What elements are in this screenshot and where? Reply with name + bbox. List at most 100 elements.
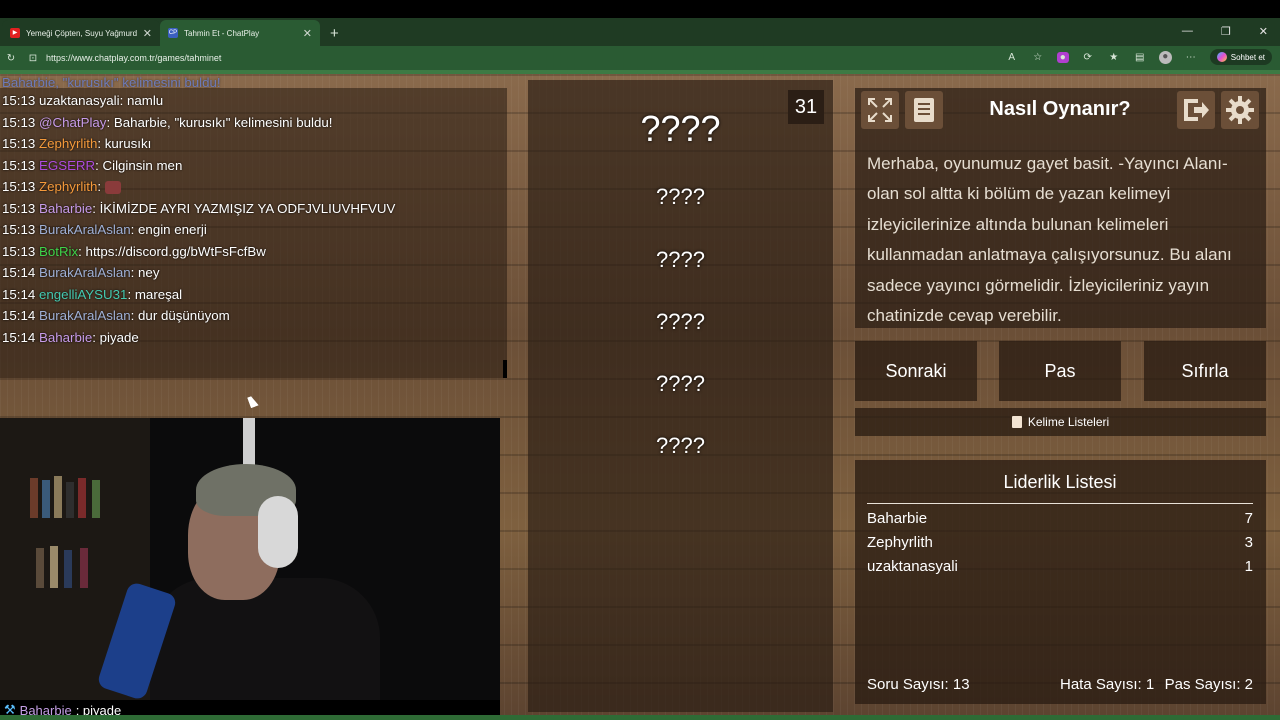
- chat-message: 15:14 BurakAralAslan: ney: [2, 262, 507, 284]
- chat-time: 15:13: [2, 179, 36, 194]
- tab-title: Tahmin Et - ChatPlay: [184, 28, 260, 38]
- streamer-body: [150, 578, 380, 700]
- tab-strip: ▶ Yemeği Çöpten, Suyu Yağmurdan, ✕ CP Ta…: [0, 18, 1280, 46]
- close-tab-icon[interactable]: ✕: [303, 27, 312, 40]
- address-bar-row: ↻ ⊡ https://www.chatplay.com.tr/games/ta…: [0, 46, 1280, 70]
- word-lists-label: Kelime Listeleri: [1027, 415, 1110, 429]
- chat-message: 15:13 Baharbie: İKİMİZDE AYRI YAZMIŞIZ Y…: [2, 198, 507, 220]
- emote-icon: [104, 180, 121, 194]
- chat-user[interactable]: BurakAralAslan: [39, 222, 131, 237]
- notes-icon[interactable]: [905, 91, 943, 129]
- chat-time: 15:13: [2, 200, 36, 216]
- profile-avatar-icon[interactable]: ●: [1158, 50, 1172, 64]
- lock-icon: ⊡: [28, 52, 38, 64]
- chat-time: 15:13: [2, 222, 36, 237]
- next-button[interactable]: Sonraki: [855, 341, 977, 401]
- exit-icon[interactable]: [1177, 91, 1215, 129]
- leaderboard-panel: Liderlik Listesi Baharbie 7 Zephyrlith 3…: [855, 460, 1266, 704]
- chat-scrollbar[interactable]: [503, 360, 507, 378]
- chat-message: 15:13 Zephyrlith: kurusıkı: [2, 133, 507, 155]
- chat-message: 15:14 engelliAYSU31: mareşal: [2, 284, 507, 306]
- tab-chatplay[interactable]: CP Tahmin Et - ChatPlay ✕: [160, 20, 320, 46]
- game-page: Baharbie, "kurusıkı" kelimesini buldu! 1…: [0, 74, 1280, 720]
- minimize-icon[interactable]: —: [1182, 25, 1193, 37]
- how-to-play-panel: Nasıl Oynanır? Merhaba, oyunumuz gayet b…: [855, 88, 1266, 328]
- refresh-extension-icon[interactable]: ⟳: [1081, 52, 1095, 63]
- notebook-icon: [1011, 416, 1022, 428]
- leaderboard-row: uzaktanasyali 1: [867, 558, 1253, 575]
- more-menu-icon[interactable]: ⋯: [1184, 52, 1198, 63]
- chat-user[interactable]: BotRix: [39, 244, 78, 259]
- webcam-feed: [0, 418, 500, 700]
- hidden-word-1: ????: [656, 184, 705, 209]
- tab-youtube[interactable]: ▶ Yemeği Çöpten, Suyu Yağmurdan, ✕: [2, 20, 160, 46]
- youtube-icon: ▶: [10, 28, 20, 38]
- chat-user[interactable]: BurakAralAslan: [39, 308, 131, 323]
- chat-user[interactable]: Zephyrlith: [39, 179, 97, 194]
- favorites-icon[interactable]: ★: [1107, 52, 1121, 63]
- chat-time: 15:14: [2, 265, 36, 280]
- question-count: Soru Sayısı: 13: [867, 676, 970, 693]
- reload-icon[interactable]: ↻: [4, 53, 18, 64]
- chat-text: : mareşal: [127, 286, 183, 302]
- chat-message: 15:13 BotRix: https://discord.gg/bWtFsFc…: [2, 241, 507, 263]
- chat-message: 15:14 BurakAralAslan: dur düşünüyom: [2, 305, 507, 327]
- leaderboard-row: Baharbie 7: [867, 510, 1253, 527]
- pass-button[interactable]: Pas: [999, 341, 1121, 401]
- leaderboard-score: 3: [1244, 534, 1253, 551]
- chat-text: : namlu: [119, 93, 164, 108]
- maximize-icon[interactable]: ❐: [1221, 25, 1231, 38]
- chat-text: : Cilginsin men: [95, 157, 183, 173]
- url-field[interactable]: https://www.chatplay.com.tr/games/tahmin…: [46, 53, 221, 63]
- chat-text: : kurusıkı: [97, 136, 152, 151]
- chat-message: 15:13 Zephyrlith:: [2, 176, 507, 198]
- copilot-chat-label: Sohbet et: [1230, 52, 1265, 62]
- read-aloud-icon[interactable]: A: [1005, 52, 1019, 63]
- tab-title: Yemeği Çöpten, Suyu Yağmurdan,: [26, 28, 137, 38]
- hidden-word-3: ????: [656, 309, 705, 334]
- chat-message: 15:13 @ChatPlay: Baharbie, "kurusıkı" ke…: [2, 112, 507, 134]
- close-window-icon[interactable]: ✕: [1259, 25, 1268, 38]
- screen-top-edge: [0, 0, 1280, 18]
- chat-message: 15:13 BurakAralAslan: engin enerji: [2, 219, 507, 241]
- collections-icon[interactable]: ▤: [1133, 52, 1147, 63]
- chat-user[interactable]: @ChatPlay: [39, 115, 106, 130]
- leaderboard-row: Zephyrlith 3: [867, 534, 1253, 551]
- fullscreen-icon[interactable]: [861, 91, 899, 129]
- chat-user[interactable]: EGSERR: [39, 158, 95, 173]
- chat-user[interactable]: BurakAralAslan: [39, 265, 131, 280]
- chat-user[interactable]: engelliAYSU31: [39, 287, 127, 302]
- chat-user[interactable]: uzaktanasyali: [39, 93, 120, 108]
- leaderboard-score: 1: [1244, 558, 1253, 575]
- chat-time: 15:13: [2, 157, 36, 173]
- mouse-cursor: [247, 394, 259, 409]
- copilot-icon: [1216, 52, 1227, 62]
- hidden-word-2: ????: [656, 247, 705, 272]
- chat-time: 15:13: [2, 136, 36, 151]
- chat-message: 15:13 EGSERR: Cilginsin men: [2, 155, 507, 177]
- hidden-word-5: ????: [656, 433, 705, 458]
- copilot-chat-button[interactable]: Sohbet et: [1209, 49, 1272, 65]
- chat-faded-line: Baharbie, "kurusıkı" kelimesini buldu!: [2, 76, 221, 90]
- chat-message: 15:13 uzaktanasyali: namlu: [2, 90, 507, 112]
- favorite-star-icon[interactable]: ☆: [1031, 52, 1045, 63]
- chat-user[interactable]: Baharbie: [39, 201, 92, 216]
- new-tab-icon[interactable]: +: [330, 25, 339, 42]
- leaderboard-name: uzaktanasyali: [867, 558, 958, 575]
- reset-button[interactable]: Sıfırla: [1144, 341, 1266, 401]
- extension-icon[interactable]: ●: [1056, 51, 1069, 63]
- close-tab-icon[interactable]: ✕: [143, 27, 152, 40]
- leaderboard-title: Liderlik Listesi: [867, 472, 1253, 504]
- chat-user[interactable]: Zephyrlith: [39, 136, 97, 151]
- chat-user[interactable]: Baharbie: [39, 330, 92, 345]
- how-to-play-title: Nasıl Oynanır?: [989, 98, 1131, 120]
- chat-text: : piyade: [92, 329, 139, 345]
- word-panel: 31 ???? ???? ???? ???? ???? ????: [528, 80, 833, 712]
- chat-text: : İKİMİZDE AYRI YAZMIŞIZ YA ODFJVLIUVHFV…: [92, 200, 396, 216]
- toolbar-icons: A ☆ ● ⟳ ★ ▤ ● ⋯ Sohbet et: [1005, 49, 1272, 65]
- chat-text: : https://discord.gg/bWtFsFcfBw: [78, 243, 266, 259]
- settings-gear-icon[interactable]: [1221, 91, 1259, 129]
- word-lists-button[interactable]: Kelime Listeleri: [855, 408, 1266, 436]
- chat-time: 15:13: [2, 114, 36, 130]
- how-to-play-text: Merhaba, oyunumuz gayet basit. -Yayıncı …: [867, 154, 1232, 326]
